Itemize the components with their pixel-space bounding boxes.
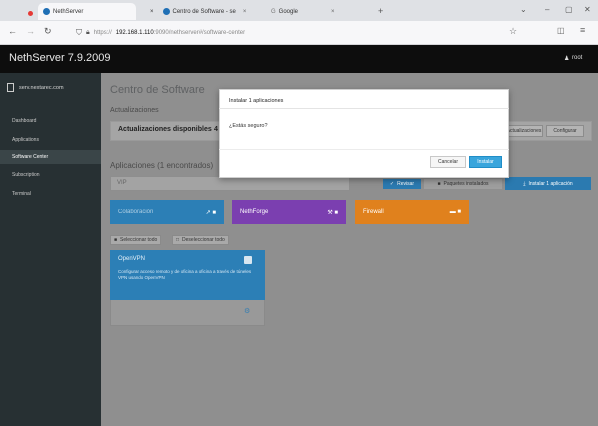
select-all-button[interactable]: ■ Seleccionar todo	[110, 235, 162, 245]
browser-tab-software-center[interactable]: × Centro de Software - se ×	[145, 3, 263, 20]
tab-close-icon[interactable]: ×	[331, 9, 335, 15]
checkbox-empty-icon: □	[176, 237, 180, 243]
sidebar-item-applications[interactable]: Applications	[0, 133, 101, 147]
category-label: Colaboración	[118, 209, 154, 215]
dialog-message: ¿Estás seguro?	[229, 123, 268, 129]
app-card-description: Configurar acceso remoto y de oficina a …	[118, 269, 252, 280]
user-menu[interactable]: root	[572, 55, 582, 61]
tab-close-icon[interactable]: ×	[150, 9, 154, 15]
checkbox-icon: ■	[114, 237, 118, 243]
sidebar-item-software-center[interactable]: Software Center	[0, 150, 101, 164]
dialog-divider	[219, 108, 509, 109]
tab-list-icon[interactable]: ⌄	[520, 5, 527, 14]
page-title: Centro de Software	[110, 84, 205, 96]
forward-icon[interactable]: →	[26, 26, 35, 36]
hamburger-menu-icon[interactable]: ≡	[580, 25, 585, 35]
reload-icon[interactable]: ↻	[44, 26, 52, 37]
close-window-icon[interactable]: ✕	[584, 5, 591, 14]
applications-label: Aplicaciones (1 encontrados)	[110, 161, 214, 170]
firewall-icon: ▬ ■	[449, 209, 461, 215]
minimize-icon[interactable]: –	[545, 5, 549, 14]
updates-button[interactable]: Actualizaciones	[505, 125, 543, 137]
category-label: Firewall	[363, 209, 384, 215]
host-label: serv.nextarec.com	[19, 84, 64, 91]
app-card-title: OpenVPN	[118, 256, 146, 262]
deselect-all-button[interactable]: □ Deseleccionar todo	[172, 235, 229, 245]
category-firewall[interactable]: Firewall ▬ ■	[355, 200, 469, 224]
back-icon[interactable]: ←	[8, 26, 17, 36]
updates-count: 4	[214, 126, 218, 133]
dialog-title: Instalar 1 aplicaciones	[229, 98, 284, 104]
sidebar-item-terminal[interactable]: Terminal	[0, 187, 101, 201]
configure-button[interactable]: Configurar	[546, 125, 584, 137]
sidebar-host[interactable]: serv.nextarec.com	[7, 83, 64, 92]
check-icon: ✓	[389, 181, 395, 187]
app-card-checkbox[interactable]	[244, 256, 252, 264]
tab-close-icon[interactable]: ×	[243, 9, 247, 15]
brand-title: NethServer 7.9.2009	[9, 52, 111, 64]
updates-text: Actualizaciones disponibles	[118, 126, 212, 133]
record-indicator-icon	[28, 11, 33, 16]
url-bar[interactable]: ⛉ 🔒︎ https://192.168.1.110:9090/nethserv…	[76, 25, 516, 40]
deselect-all-label: Deseleccionar todo	[182, 237, 225, 243]
new-tab-button[interactable]: +	[378, 6, 383, 16]
user-icon: ♟	[564, 56, 570, 62]
install-button[interactable]: Instalar	[469, 156, 502, 168]
install-one-label: Instalar 1 aplicación	[528, 180, 573, 187]
download-icon: ⤓	[523, 180, 526, 187]
sidebar-item-dashboard[interactable]: Dashboard	[0, 114, 101, 128]
pocket-icon[interactable]: ◫	[557, 26, 565, 35]
review-label: Revisar	[397, 181, 415, 187]
lock-warning-icon: 🔒︎	[86, 28, 90, 36]
category-label: NethForge	[240, 209, 269, 215]
tab-label: Google	[278, 8, 299, 15]
cube-icon: ■	[437, 181, 441, 187]
review-button[interactable]: ✓ Revisar	[383, 179, 421, 189]
updates-section-label: Actualizaciones	[110, 107, 159, 114]
category-collaboration[interactable]: Colaboración ↗ ■	[110, 200, 224, 224]
installed-label: Paquetes instalados	[443, 181, 489, 187]
url-prefix: https://	[93, 29, 112, 36]
browser-tab-google[interactable]: G Google ×	[266, 3, 366, 20]
url-path: :9090/nethserver#/software-center	[153, 29, 246, 36]
tab-label: Centro de Software - se	[172, 8, 236, 15]
cancel-button[interactable]: Cancelar	[430, 156, 466, 168]
nethserver-favicon-icon	[43, 8, 50, 15]
hammer-icon: ⚒ ■	[327, 209, 338, 216]
url-host: 192.168.1.110	[115, 29, 154, 36]
sidebar-item-subscription[interactable]: Subscription	[0, 168, 101, 182]
gear-icon[interactable]: ⚙	[244, 307, 250, 315]
dialog-divider	[219, 149, 509, 150]
shield-icon: ⛉	[76, 27, 82, 37]
category-nethforge[interactable]: NethForge ⚒ ■	[232, 200, 346, 224]
server-icon	[7, 83, 14, 92]
search-input[interactable]: VIP	[110, 176, 350, 191]
browser-tab-nethserver[interactable]: NethServer	[38, 3, 136, 20]
bookmark-star-icon[interactable]: ☆	[509, 26, 517, 37]
google-favicon-icon: G	[271, 8, 276, 15]
install-one-app-button[interactable]: ⤓ Instalar 1 aplicación	[505, 177, 591, 190]
tab-label: NethServer	[53, 8, 84, 15]
nethserver-favicon-icon	[162, 8, 170, 15]
select-all-label: Seleccionar todo	[120, 237, 158, 243]
category-icon: ↗ ■	[205, 209, 216, 216]
installed-packages-button[interactable]: ■ Paquetes instalados	[424, 179, 502, 189]
maximize-icon[interactable]: ▢	[565, 5, 573, 14]
